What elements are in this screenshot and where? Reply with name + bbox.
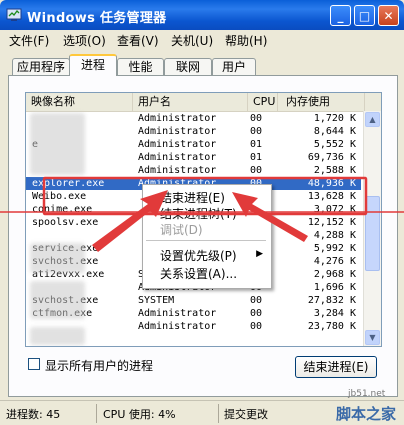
cell-cpu: 00: [250, 308, 263, 319]
blurred-names-mid: [30, 243, 85, 273]
cell-user: Administrator: [138, 308, 217, 319]
task-manager-window: Windows 任务管理器 _ □ ✕ 文件(F) 选项(O) 查看(V) 关机…: [0, 0, 404, 425]
blurred-names-low: [30, 281, 85, 319]
maximize-button[interactable]: □: [354, 5, 375, 26]
status-separator: [218, 404, 219, 423]
cell-user: Administrator: [138, 113, 217, 124]
cell-cpu: 00: [250, 295, 263, 306]
status-separator: [96, 404, 97, 423]
menu-shutdown[interactable]: 关机(U): [171, 32, 213, 49]
status-process-count: 进程数: 45: [6, 408, 61, 421]
cell-mem: 4,288 K: [313, 230, 356, 241]
cell-mem: 23,780 K: [307, 321, 356, 332]
cell-mem: 5,992 K: [313, 243, 356, 254]
cell-mem: 3,072 K: [313, 204, 356, 215]
cell-cpu: 01: [250, 139, 263, 150]
cell-user: Administrator: [138, 165, 217, 176]
title-bar[interactable]: Windows 任务管理器 _ □ ✕: [0, 0, 404, 30]
tab-applications[interactable]: 应用程序: [12, 58, 70, 75]
cell-user: SYSTEM: [138, 295, 175, 306]
menu-debug[interactable]: 调试(D): [160, 221, 203, 238]
vertical-scrollbar[interactable]: ▲ ▼: [363, 111, 381, 346]
cell-name: Weibo.exe: [32, 191, 87, 202]
menu-options[interactable]: 选项(O): [63, 32, 106, 49]
cell-mem: 4,276 K: [313, 256, 356, 267]
cell-mem: 1,696 K: [313, 282, 356, 293]
scroll-up-icon: ▲: [369, 115, 376, 124]
cell-mem: 48,936 K: [307, 178, 356, 189]
context-menu: 结束进程(E) 结束进程树(T) 调试(D) 设置优先级(P) ▶ 关系设置(A…: [142, 184, 272, 289]
cell-mem: 5,552 K: [313, 139, 356, 150]
blurred-names-top: [30, 113, 85, 175]
show-all-users-label: 显示所有用户的进程: [45, 359, 154, 373]
cell-name: spoolsv.exe: [32, 217, 99, 228]
cell-name: explorer.exe: [32, 178, 105, 189]
cell-mem: 27,832 K: [307, 295, 356, 306]
cell-user: Administrator: [138, 126, 217, 137]
status-commit-charge: 提交更改: [224, 408, 268, 421]
blurred-names-bottom: [30, 327, 85, 345]
menu-help[interactable]: 帮助(H): [225, 32, 267, 49]
cell-user: Administrator: [138, 139, 217, 150]
cell-mem: 12,152 K: [307, 217, 356, 228]
close-icon: ✕: [383, 8, 394, 23]
column-user-name[interactable]: 用户名: [133, 93, 248, 111]
cell-mem: 1,720 K: [313, 113, 356, 124]
tab-strip: 应用程序 进程 性能 联网 用户: [0, 54, 404, 76]
cell-user: Administrator: [138, 152, 217, 163]
tab-processes[interactable]: 进程: [69, 54, 117, 76]
window-title: Windows 任务管理器: [27, 11, 167, 26]
minimize-icon: _: [337, 8, 344, 23]
watermark-name: 脚本之家: [336, 405, 397, 423]
show-all-users-checkbox[interactable]: [28, 358, 40, 370]
cell-mem: 8,644 K: [313, 126, 356, 137]
list-header: 映像名称 用户名 CPU 内存使用: [26, 93, 381, 112]
cell-mem: 13,628 K: [307, 191, 356, 202]
column-memory[interactable]: 内存使用: [278, 93, 365, 111]
end-process-button[interactable]: 结束进程(E): [295, 356, 377, 378]
menu-end-process-tree[interactable]: 结束进程树(T): [160, 205, 237, 222]
cell-user: Administrator: [138, 321, 217, 332]
menu-file[interactable]: 文件(F): [9, 32, 49, 49]
tab-networking[interactable]: 联网: [164, 58, 212, 75]
minimize-button[interactable]: _: [330, 5, 351, 26]
task-manager-icon: [6, 8, 22, 21]
cell-cpu: 01: [250, 152, 263, 163]
cell-cpu: 00: [250, 321, 263, 332]
menu-end-process[interactable]: 结束进程(E): [160, 189, 225, 206]
scroll-up-button[interactable]: ▲: [365, 112, 380, 127]
status-cpu-usage: CPU 使用: 4%: [103, 408, 176, 421]
menu-set-priority[interactable]: 设置优先级(P): [160, 247, 237, 264]
close-button[interactable]: ✕: [378, 5, 399, 26]
tab-performance[interactable]: 性能: [117, 58, 164, 75]
scroll-down-button[interactable]: ▼: [365, 330, 380, 345]
watermark-site: jb51.net: [348, 389, 386, 399]
column-image-name[interactable]: 映像名称: [26, 93, 133, 111]
menu-view[interactable]: 查看(V): [117, 32, 159, 49]
scroll-down-icon: ▼: [369, 333, 376, 342]
cell-mem: 69,736 K: [307, 152, 356, 163]
tab-users[interactable]: 用户: [212, 58, 256, 75]
submenu-arrow-icon: ▶: [256, 249, 263, 259]
scroll-thumb[interactable]: [365, 196, 380, 271]
cell-cpu: 00: [250, 165, 263, 176]
cell-mem: 2,588 K: [313, 165, 356, 176]
cell-cpu: 00: [250, 126, 263, 137]
menu-bar: 文件(F) 选项(O) 查看(V) 关机(U) 帮助(H): [0, 30, 404, 49]
menu-separator: [146, 240, 266, 241]
cell-cpu: 00: [250, 113, 263, 124]
menu-set-affinity[interactable]: 关系设置(A)...: [160, 265, 237, 282]
column-cpu[interactable]: CPU: [248, 93, 278, 111]
cell-mem: 2,968 K: [313, 269, 356, 280]
cell-name: conime.exe: [32, 204, 93, 215]
maximize-icon: □: [358, 8, 371, 23]
cell-mem: 3,284 K: [313, 308, 356, 319]
